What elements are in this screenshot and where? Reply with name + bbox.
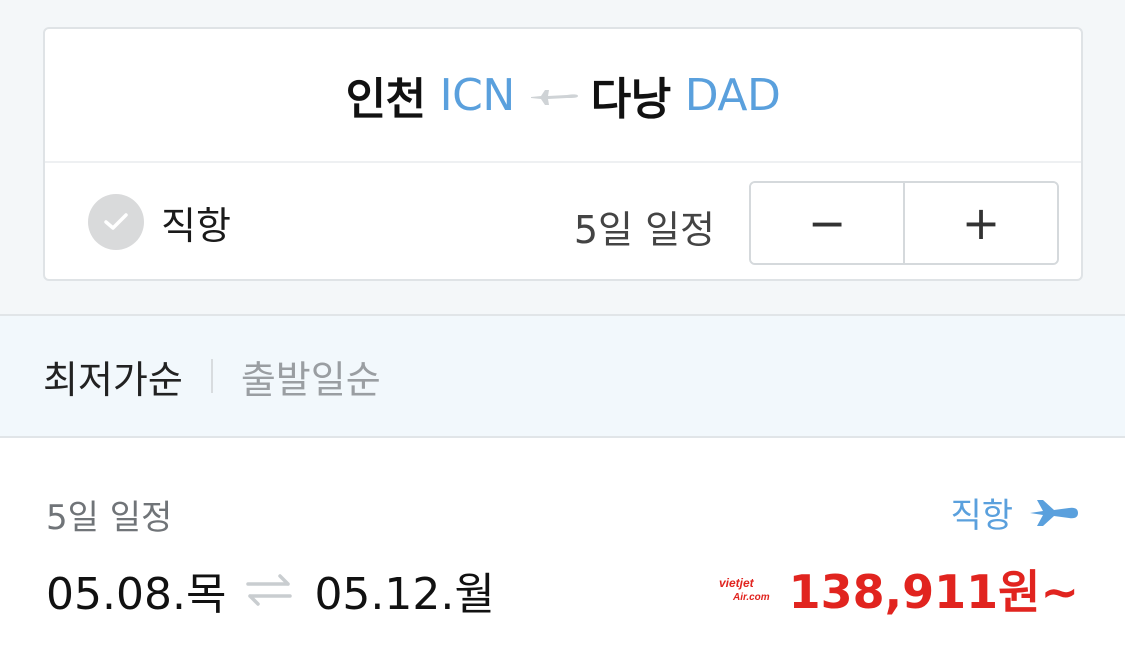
lowest-price: 138,911원~ — [788, 565, 1079, 619]
svg-text:vietjet: vietjet — [719, 576, 755, 590]
trip-length-label: 5일 일정 — [573, 208, 715, 252]
flight-search-page: 인천 ICN 다낭 DAD 직항 5일 일정 − + 최저가순 출발일순 5일 … — [0, 0, 1125, 659]
result-direct-label: 직항 — [950, 496, 1013, 536]
sort-tab-lowest-price[interactable]: 최저가순 — [43, 349, 183, 404]
flight-result-item[interactable]: 5일 일정 직항 05.08.목 05.12.월 vietjet Air.com… — [0, 438, 1125, 659]
sort-divider — [210, 359, 213, 393]
round-trip-arrows-icon — [244, 573, 294, 607]
result-direct-badge: 직항 — [950, 488, 1079, 537]
plane-icon — [1029, 498, 1079, 528]
decrease-days-button[interactable]: − — [751, 183, 903, 263]
direct-flight-toggle[interactable]: 직항 — [88, 194, 231, 250]
return-date: 05.12.월 — [314, 569, 495, 620]
search-options: 직항 5일 일정 − + — [45, 163, 1081, 281]
departure-date: 05.08.목 — [46, 569, 227, 620]
direct-flight-label: 직항 — [161, 203, 231, 248]
vietjet-air-logo: vietjet Air.com — [719, 576, 770, 603]
result-trip-length: 5일 일정 — [46, 498, 173, 538]
plane-icon — [529, 83, 579, 107]
sort-tab-departure-date[interactable]: 출발일순 — [241, 349, 381, 404]
destination-city: 다낭 — [590, 74, 671, 125]
check-icon[interactable] — [88, 194, 144, 250]
sort-bar: 최저가순 출발일순 — [0, 314, 1125, 438]
result-dates: 05.08.목 05.12.월 — [46, 558, 495, 622]
origin-city: 인천 — [345, 74, 426, 125]
route-header[interactable]: 인천 ICN 다낭 DAD — [45, 29, 1081, 163]
svg-text:Air.com: Air.com — [732, 592, 770, 603]
increase-days-button[interactable]: + — [903, 183, 1057, 263]
destination-code: DAD — [684, 69, 781, 121]
trip-length-stepper: − + — [749, 181, 1059, 265]
price-block: vietjet Air.com 138,911원~ — [717, 556, 1079, 622]
origin-code: ICN — [439, 69, 516, 121]
search-card: 인천 ICN 다낭 DAD 직항 5일 일정 − + — [43, 27, 1083, 281]
